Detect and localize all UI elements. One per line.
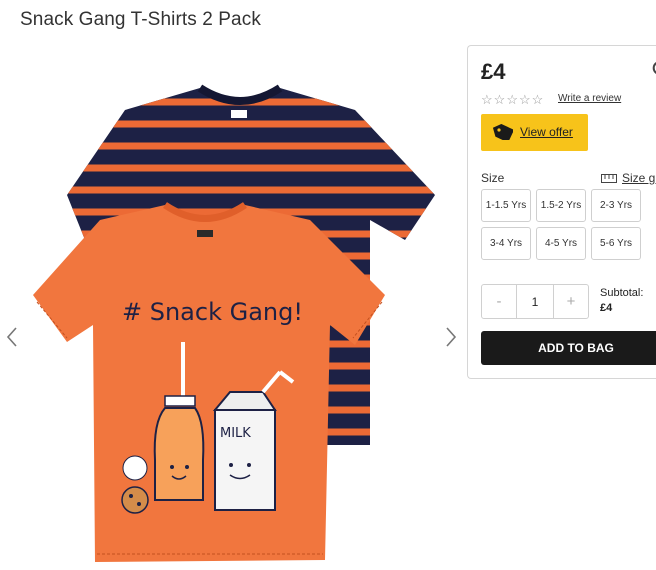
product-title: Snack Gang T-Shirts 2 Pack xyxy=(20,9,261,30)
quantity-decrease-button[interactable]: - xyxy=(482,285,516,318)
product-image: # Snack Gang! MILK xyxy=(33,84,435,562)
price-tag-icon xyxy=(491,123,515,145)
quantity-increase-button[interactable]: + xyxy=(554,285,588,318)
product-price: £4 xyxy=(481,59,506,84)
subtotal-label: Subtotal: xyxy=(600,287,644,299)
add-to-bag-button[interactable]: ADD TO BAG xyxy=(481,331,656,365)
size-guide-label: Size gu xyxy=(622,171,656,185)
size-option[interactable]: 4-5 Yrs xyxy=(536,227,586,260)
size-options: 1-1.5 Yrs 1.5-2 Yrs 2-3 Yrs 3-4 Yrs 4-5 … xyxy=(481,189,641,260)
purchase-panel: £4 ☆ ☆ ☆ ☆ ☆ Write a review View offer S… xyxy=(467,45,656,379)
size-option[interactable]: 1.5-2 Yrs xyxy=(536,189,586,222)
view-offer-label: View offer xyxy=(520,125,573,139)
quantity-stepper: - 1 + xyxy=(481,284,589,319)
view-offer-button[interactable]: View offer xyxy=(481,114,588,151)
size-option[interactable]: 1-1.5 Yrs xyxy=(481,189,531,222)
size-option[interactable]: 5-6 Yrs xyxy=(591,227,641,260)
star-icon: ☆ xyxy=(518,92,531,107)
size-option[interactable]: 2-3 Yrs xyxy=(591,189,641,222)
write-review-link[interactable]: Write a review xyxy=(558,93,621,104)
wishlist-icon[interactable] xyxy=(652,60,656,78)
product-gallery: # Snack Gang! MILK xyxy=(0,60,466,567)
star-icon: ☆ xyxy=(481,92,493,107)
quantity-value[interactable]: 1 xyxy=(516,285,554,318)
carton-label: MILK xyxy=(220,426,251,441)
chevron-left-icon[interactable] xyxy=(5,325,19,349)
star-icon: ☆ xyxy=(531,92,544,107)
chevron-right-icon[interactable] xyxy=(444,325,458,349)
size-guide-link[interactable]: Size gu xyxy=(601,171,656,185)
ruler-icon xyxy=(601,173,617,183)
star-icon: ☆ xyxy=(493,92,506,107)
size-label: Size xyxy=(481,171,505,185)
rating-stars: ☆ ☆ ☆ ☆ ☆ xyxy=(481,93,543,106)
subtotal-amount: £4 xyxy=(600,302,613,314)
star-icon: ☆ xyxy=(506,92,518,107)
size-option[interactable]: 3-4 Yrs xyxy=(481,227,531,260)
print-slogan: # Snack Gang! xyxy=(122,298,303,326)
subtotal: Subtotal: £4 xyxy=(600,286,643,316)
